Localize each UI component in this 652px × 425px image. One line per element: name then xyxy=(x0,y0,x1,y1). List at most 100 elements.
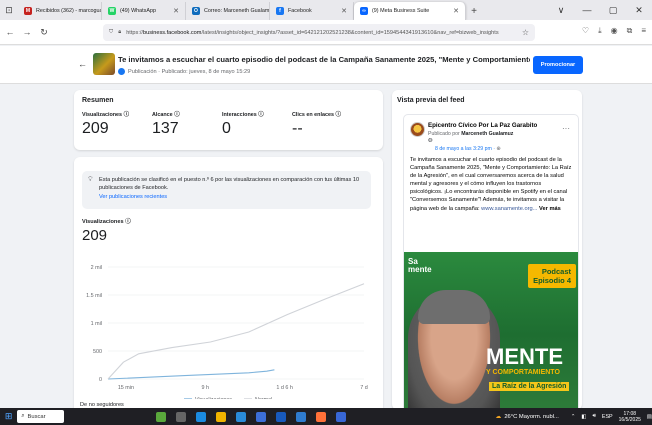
host-hair xyxy=(418,290,490,324)
task-view-icon[interactable] xyxy=(175,411,186,422)
downloads-icon[interactable]: ⤓ xyxy=(598,26,602,36)
pocket-icon[interactable]: ♡ xyxy=(582,26,589,36)
see-more-link[interactable]: Ver más xyxy=(539,206,561,212)
facebook-icon xyxy=(118,68,125,75)
taskbar-search[interactable]: ⌕ Buscar xyxy=(17,410,64,423)
views-line-chart: 0 500 1 mil 1.5 mil 2 mil 15 min 9 h 1 d 6 h 7 d… xyxy=(86,265,368,399)
volume-icon[interactable]: 🔊︎ xyxy=(592,413,595,420)
maximize-button[interactable]: ▢ xyxy=(600,5,626,16)
new-tab-button[interactable]: + xyxy=(466,2,482,20)
firefox-icon[interactable] xyxy=(315,411,326,422)
info-icon[interactable]: ⓘ xyxy=(258,112,263,118)
ranking-notice-text: Esta publicación se clasificó en el pues… xyxy=(99,177,360,191)
y-tick-label: 1.5 mil xyxy=(86,293,102,299)
explorer-icon[interactable] xyxy=(215,411,226,422)
summary-card: Resumen Visualizaciones ⓘ 209 Alcance ⓘ 137… xyxy=(74,90,383,150)
browser-tab[interactable]: MRecibidos (362) - marcoguadar✕ xyxy=(18,2,102,20)
page-avatar xyxy=(410,122,425,137)
weather-icon: ☁︎ xyxy=(495,413,502,420)
summary-metrics: Visualizaciones ⓘ 209 Alcance ⓘ 137 Interacc… xyxy=(82,110,375,138)
post-title: Te invitamos a escuchar el cuarto episod… xyxy=(118,55,530,64)
published-by-name[interactable]: Marceneth Gualamuz xyxy=(461,131,513,137)
list-all-tabs-button[interactable]: ∨ xyxy=(548,5,574,16)
shield-icon[interactable]: ⛉ xyxy=(109,29,113,36)
mail-icon[interactable] xyxy=(255,411,266,422)
summary-metric: Visualizaciones ⓘ 209 xyxy=(82,110,152,138)
edge-icon[interactable] xyxy=(195,411,206,422)
tab-favicon-icon: f xyxy=(276,7,284,15)
bookmark-star-icon[interactable]: ☆ xyxy=(522,28,529,37)
feed-preview-title: Vista previa del feed xyxy=(397,97,465,104)
browser-tab[interactable]: W (49) WhatsApp ✕ xyxy=(102,2,186,20)
store-icon[interactable] xyxy=(235,411,246,422)
promote-button[interactable]: Promocionar xyxy=(533,56,583,74)
weather-text: 26°C Mayorm. nubl... xyxy=(504,413,559,420)
lock-icon[interactable]: 🔒︎ xyxy=(118,29,121,36)
views-detail-card: 💡︎ Esta publicación se clasificó en el p… xyxy=(74,157,383,408)
podcast-image: Sa mente Podcast Episodio 4 MENTE Y COMPOR… xyxy=(404,252,578,408)
browser-tab[interactable]: ∞ (9) Meta Business Suite ✕ xyxy=(354,2,466,20)
address-bar[interactable]: ⛉ 🔒︎ https://business.facebook.com/lates… xyxy=(103,24,535,41)
minimize-button[interactable]: — xyxy=(574,5,600,15)
start-icon[interactable]: ⊞ xyxy=(0,411,17,422)
forward-icon[interactable]: → xyxy=(20,27,34,37)
back-icon[interactable]: ← xyxy=(3,27,17,37)
x-tick-label: 7 d xyxy=(360,385,368,391)
info-icon[interactable]: ⓘ xyxy=(335,112,340,118)
toolbar-icons: ♡ ⤓ ◉ ⧉ ≡ xyxy=(582,26,646,36)
post-body-text: Te invitamos a escuchar el cuarto episod… xyxy=(410,157,572,212)
close-tab-icon[interactable]: ✕ xyxy=(173,7,179,15)
window-controls: ∨ — ▢ ✕ xyxy=(548,0,652,20)
widget-icon[interactable] xyxy=(155,411,166,422)
y-tick-label: 0 xyxy=(99,377,102,383)
metric-label: Interacciones ⓘ xyxy=(222,112,264,118)
extensions-icon[interactable]: ⧉ xyxy=(627,26,633,36)
close-tab-icon[interactable]: ✕ xyxy=(453,7,459,15)
info-icon[interactable]: ⓘ xyxy=(124,112,129,118)
info-icon[interactable]: ⓘ xyxy=(174,112,179,118)
post-thumbnail xyxy=(93,53,115,75)
metric-value: 137 xyxy=(152,120,179,137)
lightbulb-icon: 💡︎ xyxy=(88,176,93,183)
more-options-icon[interactable]: ··· xyxy=(562,124,570,133)
metric-value: 209 xyxy=(82,120,109,137)
browser-tab[interactable]: OCorreo: Marceneth Gualamuz / R✕ xyxy=(186,2,270,20)
system-tray: ⌃ ◧ 🔊︎ ESP 17:08 16/5/2025 ▤ xyxy=(571,411,652,423)
onedrive-icon[interactable] xyxy=(295,411,306,422)
notifications-icon[interactable]: ▤ xyxy=(647,414,652,420)
y-tick-label: 2 mil xyxy=(91,265,102,271)
campaign-link[interactable]: www.sanamente.org... xyxy=(481,206,537,212)
published-by: Publicado por Marceneth Gualamuz xyxy=(428,131,513,137)
metric-value: 0 xyxy=(222,120,231,137)
reload-icon[interactable]: ↻ xyxy=(37,27,51,38)
summary-title: Resumen xyxy=(82,97,114,104)
summary-metric: Interacciones ⓘ 0 xyxy=(222,110,292,138)
tray-chevron-icon[interactable]: ⌃ xyxy=(571,414,576,420)
weather-widget[interactable]: ☁︎ 26°C Mayorm. nubl... xyxy=(496,414,559,420)
podcast-badge: Podcast Episodio 4 xyxy=(528,264,576,288)
menu-icon[interactable]: ≡ xyxy=(641,26,646,36)
browser-tab-bar: ⊡ M Recibidos (362) - marcoguadar ✕ W (49) W… xyxy=(0,0,652,20)
page-name[interactable]: Epicentro Cívico Por La Paz Garabito xyxy=(428,122,537,129)
recent-posts-link[interactable]: Ver publicaciones recientes xyxy=(99,193,365,201)
network-icon[interactable]: ◧ xyxy=(581,414,586,420)
post-meta-text: Publicación · Publicado: jueves, 8 de ma… xyxy=(128,68,251,75)
tab-favicon-icon: M xyxy=(24,7,32,15)
summary-metric: Clics en enlaces ⓘ -- xyxy=(292,110,372,138)
views-value: 209 xyxy=(82,227,108,244)
y-tick-label: 1 mil xyxy=(91,321,102,327)
info-icon[interactable]: ⓘ xyxy=(125,219,131,225)
browser-tab[interactable]: f Facebook ✕ xyxy=(270,2,354,20)
account-icon[interactable]: ◉ xyxy=(611,26,618,36)
post-header: ← Te invitamos a escuchar el cuarto epis… xyxy=(0,46,652,84)
tab-list-icon[interactable]: ⊡ xyxy=(0,0,18,20)
tab-title: Facebook xyxy=(288,8,312,14)
clock[interactable]: 17:08 16/5/2025 xyxy=(619,411,641,423)
sanamente-logo: Sa mente xyxy=(408,257,432,274)
close-tab-icon[interactable]: ✕ xyxy=(341,7,347,15)
back-arrow-icon[interactable]: ← xyxy=(78,59,87,69)
close-window-button[interactable]: ✕ xyxy=(626,5,652,16)
teams-icon[interactable] xyxy=(335,411,346,422)
word-icon[interactable] xyxy=(275,411,286,422)
language-indicator[interactable]: ESP xyxy=(602,414,613,420)
